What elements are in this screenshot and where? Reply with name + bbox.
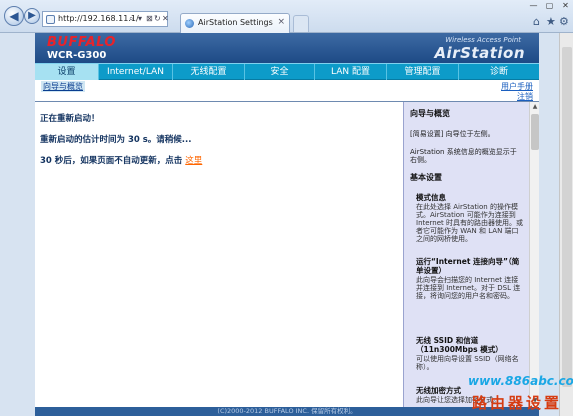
page-scrollbar[interactable]: [559, 33, 573, 416]
tab-title: AirStation Settings: [198, 18, 273, 27]
refresh-here-link[interactable]: 这里: [185, 156, 202, 166]
address-bar[interactable]: http://192.168.11.1/ ⌕ ▾ ⊠ ↻ ✕: [42, 11, 169, 27]
menu-security[interactable]: 安全: [245, 64, 315, 80]
new-tab-button[interactable]: [293, 15, 309, 32]
compat-icon[interactable]: ⊠: [146, 14, 153, 23]
page-icon: [46, 15, 55, 24]
product-tagline: Wireless Access Point: [445, 36, 521, 44]
home-icon[interactable]: ⌂: [533, 15, 540, 28]
main-menu: 设置 Internet/LAN 无线配置 安全 LAN 配置 管理配置 诊断: [35, 63, 539, 80]
product-logo: AirStation: [434, 44, 525, 62]
watermark-text: 路由器设置: [472, 394, 563, 412]
restart-hint-text: 30 秒后，如果页面不自动更新，点击: [40, 156, 183, 166]
menu-admin[interactable]: 管理配置: [387, 64, 459, 80]
help-item-title: 运行“Internet 连接向导”（简单设置）: [416, 257, 520, 275]
help-item-text: 此向导会扫描您的 Internet 连接并连接到 Internet。对于 DSL…: [416, 276, 521, 300]
menu-diagnostic[interactable]: 诊断: [459, 64, 539, 80]
help-paragraph-2: AirStation 系统信息的概览显示于右侧。: [410, 148, 517, 164]
help-title: 向导与概览: [410, 109, 450, 118]
page-scroll-thumb[interactable]: [562, 47, 572, 387]
menu-setup[interactable]: 设置: [35, 64, 99, 80]
address-text: http://192.168.11.1/: [58, 14, 139, 23]
watermark-url: www.886abc.com: [468, 374, 573, 388]
brand-logo: BUFFALO: [47, 35, 116, 50]
help-paragraph-1: [简易设置] 向导位于左侧。: [410, 130, 495, 138]
menu-internet-lan[interactable]: Internet/LAN: [99, 64, 173, 80]
help-panel: 向导与概览 [简易设置] 向导位于左侧。 AirStation 系统信息的概览显…: [403, 102, 529, 407]
help-item-text: 可以使用向导设置 SSID（网络名称）。: [416, 355, 519, 371]
router-header: BUFFALO WCR-G300 Wireless Access Point A…: [35, 33, 539, 63]
browser-chrome: ◀ ▶ http://192.168.11.1/ ⌕ ▾ ⊠ ↻ ✕ AirSt…: [0, 0, 573, 33]
gear-icon[interactable]: ⚙: [559, 15, 569, 28]
forward-button[interactable]: ▶: [24, 8, 40, 24]
help-scrollbar[interactable]: ▲ ▼: [529, 102, 539, 407]
help-item-title: 无线 SSID 和信道（11n300Mbps 模式）: [416, 336, 503, 354]
refresh-icon[interactable]: ↻: [154, 14, 161, 23]
maximize-button[interactable]: ▢: [542, 0, 557, 11]
page-viewport: BUFFALO WCR-G300 Wireless Access Point A…: [35, 33, 539, 416]
scroll-thumb[interactable]: [531, 114, 539, 150]
menu-lan-config[interactable]: LAN 配置: [315, 64, 387, 80]
model-name: WCR-G300: [47, 50, 107, 61]
tab-close-icon[interactable]: ×: [277, 17, 285, 27]
help-item-text: 在此处选择 AirStation 的操作模式。AirStation 可能作为连接…: [416, 203, 524, 243]
minimize-button[interactable]: —: [526, 0, 541, 11]
stop-icon[interactable]: ✕: [162, 14, 169, 23]
help-item-title: 模式信息: [416, 193, 446, 202]
wizard-overview-link[interactable]: 向导与概览: [41, 81, 85, 92]
sub-navigation: 向导与概览 用户手册 注销: [35, 80, 539, 102]
logout-link[interactable]: 注销: [517, 91, 533, 102]
browser-tab[interactable]: AirStation Settings ×: [180, 13, 290, 33]
back-button[interactable]: ◀: [4, 6, 24, 26]
close-window-button[interactable]: ✕: [558, 0, 573, 11]
menu-wireless[interactable]: 无线配置: [173, 64, 245, 80]
restart-estimate: 重新启动的估计时间为 30 s。请稍候...: [40, 135, 192, 145]
restart-hint: 30 秒后，如果页面不自动更新，点击 这里: [40, 154, 202, 166]
watermark: www.886abc.com 路由器设置: [462, 374, 573, 416]
scroll-up-icon[interactable]: ▲: [531, 103, 539, 111]
main-content: 正在重新启动！ 重新启动的估计时间为 30 s。请稍候... 30 秒后，如果页…: [35, 102, 403, 407]
search-icon[interactable]: ⌕: [129, 14, 133, 24]
restart-message: 正在重新启动！: [40, 114, 100, 124]
help-section-title: 基本设置: [410, 173, 442, 182]
tab-favicon: [185, 19, 194, 28]
star-icon[interactable]: ★: [546, 15, 556, 28]
dropdown-icon[interactable]: ▾: [138, 14, 142, 23]
